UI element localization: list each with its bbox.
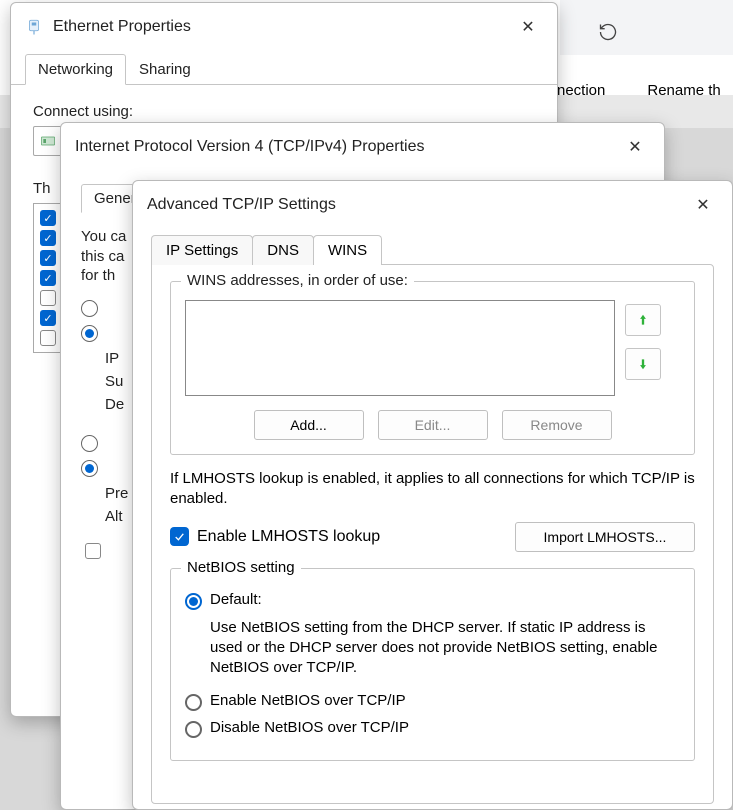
netbios-disable-label: Disable NetBIOS over TCP/IP: [210, 719, 409, 736]
netbios-default-label: Default:: [210, 591, 262, 608]
ipv4-close-button[interactable]: ✕: [618, 133, 652, 161]
ethernet-icon: [25, 18, 43, 36]
advanced-titlebar: Advanced TCP/IP Settings ✕: [133, 181, 732, 225]
checkbox-icon[interactable]: [40, 210, 56, 226]
radio-selected-icon: [185, 593, 202, 610]
ethernet-close-button[interactable]: ✕: [511, 13, 545, 41]
ipv4-titlebar: Internet Protocol Version 4 (TCP/IPv4) P…: [61, 123, 664, 167]
radio-icon: [185, 694, 202, 711]
checkbox-checked-icon: [170, 527, 189, 546]
checkbox-icon[interactable]: [40, 310, 56, 326]
advanced-tabs: IP Settings DNS WINS: [151, 235, 714, 265]
edit-button[interactable]: Edit...: [378, 410, 488, 440]
remove-button[interactable]: Remove: [502, 410, 612, 440]
arrow-down-icon: [636, 357, 650, 371]
ipv4-note-line: this ca: [81, 248, 124, 265]
checkbox-icon[interactable]: [40, 250, 56, 266]
wins-panel: WINS addresses, in order of use: Add...: [151, 264, 714, 804]
advanced-tcpip-window: Advanced TCP/IP Settings ✕ IP Settings D…: [132, 180, 733, 810]
checkbox-icon[interactable]: [40, 330, 56, 346]
netbios-default-option[interactable]: Default:: [185, 591, 680, 610]
background-tab-area: [560, 0, 733, 55]
netbios-group: NetBIOS setting Default: Use NetBIOS set…: [170, 568, 695, 762]
checkbox-icon[interactable]: [40, 230, 56, 246]
tab-dns[interactable]: DNS: [252, 235, 314, 265]
netbios-enable-option[interactable]: Enable NetBIOS over TCP/IP: [185, 692, 680, 711]
enable-lmhosts-label: Enable LMHOSTS lookup: [197, 528, 380, 546]
import-lmhosts-button[interactable]: Import LMHOSTS...: [515, 522, 695, 552]
advanced-close-button[interactable]: ✕: [686, 191, 720, 219]
move-down-button[interactable]: [625, 348, 661, 380]
arrow-up-icon: [636, 313, 650, 327]
ethernet-tabs: Networking Sharing: [11, 47, 557, 85]
connect-using-label: Connect using:: [33, 103, 535, 120]
ethernet-title: Ethernet Properties: [53, 18, 191, 36]
netbios-disable-option[interactable]: Disable NetBIOS over TCP/IP: [185, 719, 680, 738]
wins-address-list[interactable]: [185, 300, 615, 396]
lmhosts-description: If LMHOSTS lookup is enabled, it applies…: [170, 469, 695, 510]
checkbox-icon[interactable]: [40, 290, 56, 306]
tab-ip-settings[interactable]: IP Settings: [151, 235, 253, 265]
ipv4-title: Internet Protocol Version 4 (TCP/IPv4) P…: [75, 138, 424, 156]
move-up-button[interactable]: [625, 304, 661, 336]
ethernet-titlebar: Ethernet Properties ✕: [11, 3, 557, 47]
refresh-icon[interactable]: [594, 18, 622, 46]
netbios-enable-label: Enable NetBIOS over TCP/IP: [210, 692, 406, 709]
ipv4-note-line: for th: [81, 267, 115, 284]
ipv4-note-line: You ca: [81, 228, 126, 245]
action-link-connection[interactable]: nection: [557, 82, 605, 99]
action-link-rename[interactable]: Rename th: [647, 82, 720, 99]
validate-checkbox[interactable]: [85, 543, 101, 559]
enable-lmhosts-checkbox[interactable]: Enable LMHOSTS lookup: [170, 527, 380, 546]
tab-networking[interactable]: Networking: [25, 54, 126, 85]
radio-icon: [185, 721, 202, 738]
tab-wins[interactable]: WINS: [313, 235, 382, 265]
netbios-group-title: NetBIOS setting: [181, 559, 301, 576]
nic-icon: [40, 133, 56, 149]
checkbox-icon[interactable]: [40, 270, 56, 286]
add-button[interactable]: Add...: [254, 410, 364, 440]
wins-group-title: WINS addresses, in order of use:: [181, 272, 414, 289]
netbios-default-desc: Use NetBIOS setting from the DHCP server…: [185, 618, 680, 679]
tab-sharing[interactable]: Sharing: [126, 54, 204, 85]
wins-addresses-group: WINS addresses, in order of use: Add...: [170, 281, 695, 455]
advanced-title: Advanced TCP/IP Settings: [147, 196, 336, 214]
